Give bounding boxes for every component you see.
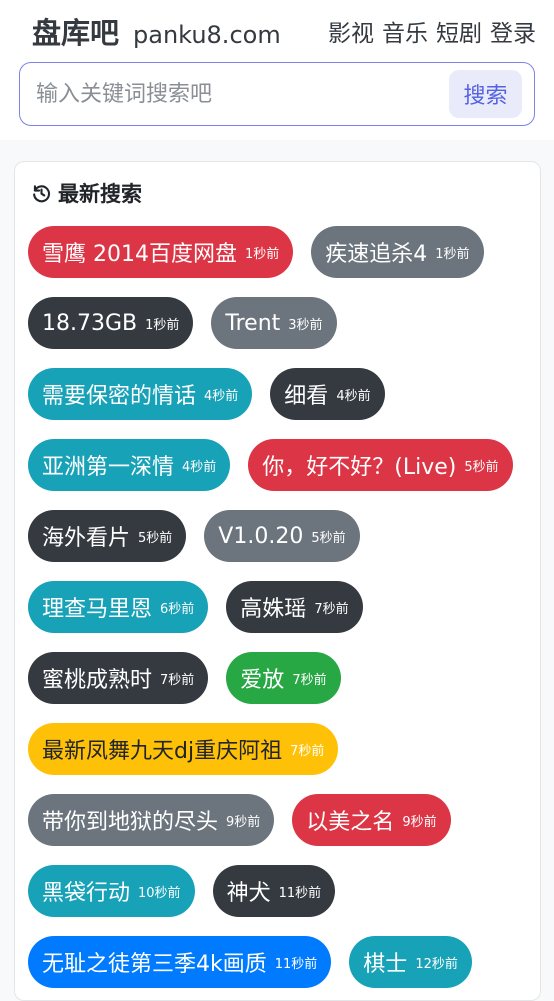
recent-searches-title: 最新搜索 — [58, 182, 142, 206]
search-tag[interactable]: 神犬 11秒前 — [212, 865, 336, 917]
search-tag-term: 高姝瑶 — [240, 597, 307, 622]
search-tag-time: 9秒前 — [402, 814, 437, 830]
search-tag[interactable]: Trent 3秒前 — [211, 297, 337, 349]
search-tag-time: 9秒前 — [226, 814, 261, 830]
nav-item-short-drama[interactable]: 短剧 — [436, 14, 482, 48]
search-tag[interactable]: 高姝瑶 7秒前 — [226, 581, 363, 633]
search-tag-term: 蜜桃成熟时 — [42, 668, 153, 693]
search-tag-term: 理查马里恩 — [42, 597, 153, 622]
search-tag-time: 4秒前 — [336, 388, 371, 404]
search-tag-term: 18.73GB — [42, 310, 138, 336]
brand-domain: panku8.com — [133, 21, 281, 49]
search-tag-term: 你，好不好？(Live) — [262, 455, 457, 480]
search-tag-term: 雪鹰 2014百度网盘 — [42, 242, 237, 267]
search-tag-time: 10秒前 — [138, 885, 181, 901]
search-tag-term: 爱放 — [240, 668, 285, 693]
search-tag-time: 7秒前 — [292, 672, 327, 688]
search-tag-time: 1秒前 — [435, 246, 470, 262]
search-tag-time: 6秒前 — [160, 601, 195, 617]
search-tag[interactable]: 亚洲第一深情 4秒前 — [28, 439, 231, 491]
main-nav: 影视 音乐 短剧 登录 — [328, 14, 536, 48]
recent-searches-heading: 最新搜索 — [31, 178, 142, 208]
search-tag-term: 棋士 — [363, 952, 408, 977]
search-tag-term: 疾速追杀4 — [325, 242, 428, 267]
search-tag[interactable]: 蜜桃成熟时 7秒前 — [28, 652, 209, 704]
recent-search-tags: 雪鹰 2014百度网盘 1秒前 疾速追杀4 1秒前 18.73GB 1秒前 Trent 3秒前… — [28, 226, 533, 988]
brand-name[interactable]: 盘库吧 — [32, 10, 119, 52]
search-tag[interactable]: 细看 4秒前 — [270, 368, 385, 420]
search-tag[interactable]: 你，好不好？(Live) 5秒前 — [248, 439, 513, 491]
search-tag-time: 11秒前 — [278, 885, 322, 901]
search-tag-term: 亚洲第一深情 — [42, 455, 175, 480]
search-tag[interactable]: 最新凤舞九天dj重庆阿祖 7秒前 — [28, 723, 339, 775]
search-tag-time: 7秒前 — [314, 601, 349, 617]
nav-item-movies[interactable]: 影视 — [328, 14, 374, 48]
search-tag-time: 11秒前 — [274, 956, 318, 972]
search-tag-term: 黑袋行动 — [42, 881, 131, 906]
search-tag-term: 需要保密的情话 — [42, 384, 197, 409]
search-tag-term: 海外看片 — [42, 526, 131, 551]
top-bar: 盘库吧 panku8.com 影视 音乐 短剧 登录 搜索 — [0, 0, 554, 140]
search-tag-time: 5秒前 — [464, 459, 499, 475]
search-tag[interactable]: 无耻之徒第三季4k画质 11秒前 — [28, 936, 332, 988]
search-tag-term: 以美之名 — [306, 810, 395, 835]
search-tag[interactable]: 雪鹰 2014百度网盘 1秒前 — [28, 226, 294, 278]
search-tag-time: 7秒前 — [290, 743, 325, 759]
search-tag-time: 5秒前 — [311, 530, 346, 546]
search-tag[interactable]: 需要保密的情话 4秒前 — [28, 368, 253, 420]
search-tag[interactable]: 棋士 12秒前 — [349, 936, 472, 988]
search-tag[interactable]: 18.73GB 1秒前 — [28, 297, 194, 349]
search-tag-time: 1秒前 — [244, 246, 280, 262]
nav-item-login[interactable]: 登录 — [490, 14, 536, 48]
nav-item-music[interactable]: 音乐 — [382, 14, 428, 48]
search-tag-time: 5秒前 — [138, 530, 173, 546]
search-tag-term: 最新凤舞九天dj重庆阿祖 — [42, 739, 283, 764]
search-tag-time: 7秒前 — [160, 672, 195, 688]
search-tag[interactable]: 疾速追杀4 1秒前 — [311, 226, 484, 278]
brand[interactable]: 盘库吧 panku8.com — [32, 10, 281, 52]
search-tag[interactable]: 带你到地狱的尽头 9秒前 — [28, 794, 275, 846]
search-tag[interactable]: 爱放 7秒前 — [226, 652, 341, 704]
search-box: 搜索 — [19, 62, 535, 126]
search-tag-time: 1秒前 — [145, 317, 180, 333]
search-button[interactable]: 搜索 — [449, 70, 522, 118]
search-tag[interactable]: 理查马里恩 6秒前 — [28, 581, 209, 633]
search-tag-term: 神犬 — [226, 881, 271, 906]
search-tag-time: 3秒前 — [288, 317, 323, 333]
recent-searches-card: 最新搜索 雪鹰 2014百度网盘 1秒前 疾速追杀4 1秒前 18.73GB 1秒前 Tre… — [14, 161, 541, 1001]
search-tag[interactable]: 黑袋行动 10秒前 — [28, 865, 195, 917]
search-tag-time: 12秒前 — [415, 956, 458, 972]
search-tag-term: V1.0.20 — [218, 523, 304, 549]
search-tag-term: 细看 — [284, 384, 329, 409]
search-tag[interactable]: V1.0.20 5秒前 — [204, 510, 360, 562]
search-input[interactable] — [20, 80, 449, 108]
search-tag-term: Trent — [225, 310, 281, 336]
search-tag-term: 带你到地狱的尽头 — [42, 810, 219, 835]
history-icon — [31, 183, 52, 204]
search-tag[interactable]: 海外看片 5秒前 — [28, 510, 187, 562]
search-tag-time: 4秒前 — [204, 388, 239, 404]
search-tag-time: 4秒前 — [182, 459, 217, 475]
search-tag-term: 无耻之徒第三季4k画质 — [42, 952, 267, 977]
search-tag[interactable]: 以美之名 9秒前 — [292, 794, 451, 846]
